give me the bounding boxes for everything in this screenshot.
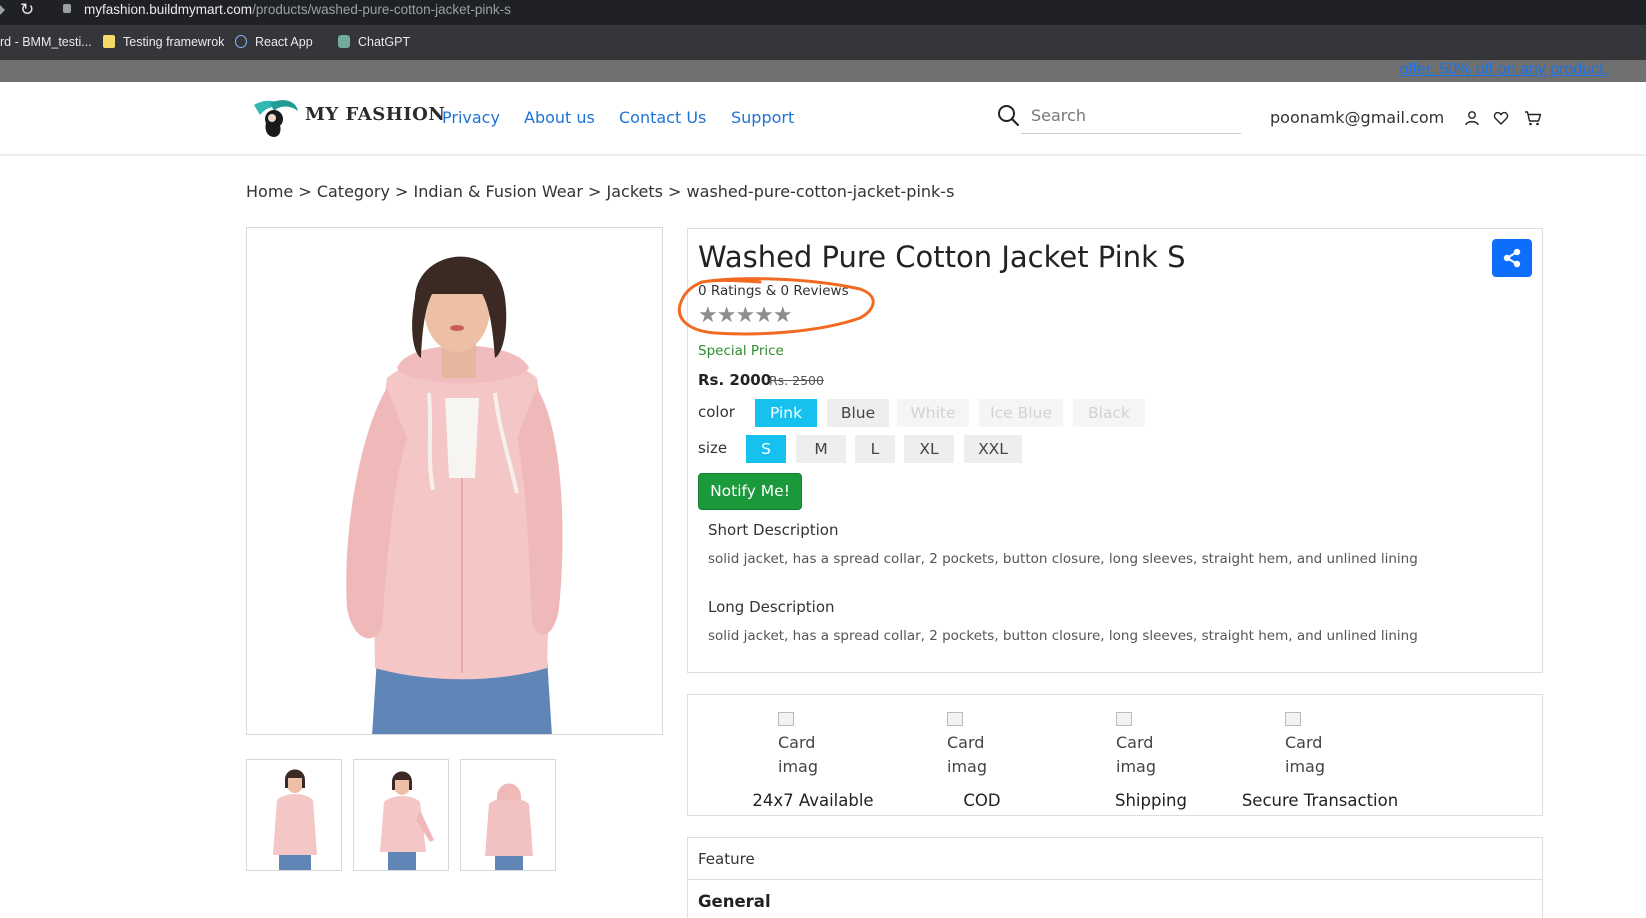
browser-url-bar: ↻ myfashion.buildmymart.com/products/was…: [0, 0, 1646, 25]
size-chip-s[interactable]: S: [746, 435, 786, 463]
bookmark-testing-framework[interactable]: Testing framewrok: [103, 35, 224, 49]
service-label: Secure Transaction: [1241, 791, 1399, 810]
broken-image-icon: Card imag: [1285, 707, 1345, 779]
broken-image-icon: Card imag: [947, 707, 1007, 779]
service-secure-transaction: Card imag Secure Transaction: [1195, 707, 1398, 810]
color-chip-white[interactable]: White: [897, 399, 969, 427]
url-host: myfashion.buildmymart.com: [84, 2, 253, 17]
ratings-reviews-count[interactable]: 0 Ratings & 0 Reviews: [698, 283, 849, 299]
nav-contact-us[interactable]: Contact Us: [619, 108, 706, 127]
long-description-text: solid jacket, has a spread collar, 2 poc…: [708, 628, 1418, 644]
short-description-text: solid jacket, has a spread collar, 2 poc…: [708, 551, 1418, 567]
reload-icon[interactable]: ↻: [20, 0, 34, 20]
search-box: [997, 98, 1241, 134]
folder-icon: [103, 35, 115, 48]
bookmark-label: rd - BMM_testi...: [0, 35, 92, 49]
rating-stars[interactable]: ★★★★★: [698, 303, 793, 328]
product-detail-card: Washed Pure Cotton Jacket Pink S 0 Ratin…: [687, 228, 1543, 673]
service-shipping: Card imag Shipping: [1026, 707, 1196, 810]
general-section-title[interactable]: General: [698, 892, 771, 911]
nav-privacy[interactable]: Privacy: [442, 108, 500, 127]
nav-support[interactable]: Support: [731, 108, 794, 127]
feature-title: Feature: [698, 850, 755, 868]
original-price: Rs. 2500: [769, 373, 824, 388]
notify-me-button[interactable]: Notify Me!: [698, 473, 802, 510]
color-chip-blue[interactable]: Blue: [827, 399, 889, 427]
bookmark-label: Testing framewrok: [123, 35, 225, 49]
share-button[interactable]: [1492, 239, 1532, 277]
bookmark-label: ChatGPT: [358, 35, 411, 49]
search-input[interactable]: [1021, 98, 1241, 134]
color-chip-pink[interactable]: Pink: [755, 399, 817, 427]
back-arrow-icon[interactable]: [0, 5, 5, 15]
size-chip-xl[interactable]: XL: [904, 435, 954, 463]
nav-about-us[interactable]: About us: [524, 108, 595, 127]
site-header: MY FASHION Privacy About us Contact Us S…: [0, 82, 1646, 156]
thumbnail-2[interactable]: [353, 759, 449, 871]
service-cod: Card imag COD: [857, 707, 1027, 810]
size-chip-l[interactable]: L: [855, 435, 895, 463]
service-24x7: Card imag 24x7 Available: [688, 707, 874, 810]
offer-link[interactable]: offer. 50% off on any product.: [1400, 61, 1608, 79]
thumbnail-photo: [485, 783, 533, 870]
thumbnail-photo: [273, 769, 317, 870]
thumbnail-photo: [380, 771, 434, 870]
breadcrumb[interactable]: Home > Category > Indian & Fusion Wear >…: [246, 182, 954, 201]
bookmark-label: React App: [255, 35, 313, 49]
long-description-title: Long Description: [708, 598, 835, 616]
search-icon[interactable]: [997, 104, 1019, 126]
chatgpt-icon: [338, 35, 350, 48]
color-chip-black[interactable]: Black: [1073, 399, 1145, 427]
bookmark-react-app[interactable]: React App: [235, 35, 313, 49]
heart-icon[interactable]: [1493, 110, 1509, 126]
size-chip-m[interactable]: M: [796, 435, 846, 463]
url-path: /products/washed-pure-cotton-jacket-pink…: [252, 2, 511, 17]
size-chip-xxl[interactable]: XXL: [964, 435, 1022, 463]
cart-icon[interactable]: [1524, 110, 1542, 126]
size-label: size: [698, 439, 728, 457]
bookmark-bmm-testing[interactable]: rd - BMM_testi...: [0, 35, 92, 49]
feature-panel: Feature General: [687, 837, 1543, 918]
thumbnail-3[interactable]: [460, 759, 556, 871]
share-icon: [1503, 248, 1521, 268]
color-label: color: [698, 403, 735, 421]
address-field[interactable]: myfashion.buildmymart.com/products/washe…: [84, 2, 511, 17]
bookmark-chatgpt[interactable]: ChatGPT: [338, 35, 410, 49]
bookmarks-bar: rd - BMM_testi... Testing framewrok Reac…: [0, 25, 1646, 60]
react-icon: [235, 35, 247, 48]
feature-header[interactable]: Feature: [688, 838, 1542, 880]
product-photo: [346, 256, 563, 734]
logo-icon[interactable]: [250, 97, 300, 137]
thumbnail-1[interactable]: [246, 759, 342, 871]
user-email[interactable]: poonamk@gmail.com: [1270, 108, 1444, 127]
services-strip: Card imag 24x7 Available Card imag COD Car…: [687, 694, 1543, 816]
special-price-label: Special Price: [698, 343, 784, 359]
broken-image-icon: Card imag: [1116, 707, 1176, 779]
color-chip-ice-blue[interactable]: Ice Blue: [979, 399, 1063, 427]
short-description-title: Short Description: [708, 521, 839, 539]
product-title: Washed Pure Cotton Jacket Pink S: [698, 240, 1186, 274]
user-icon[interactable]: [1464, 110, 1480, 126]
product-main-image[interactable]: [246, 227, 663, 735]
logo-text[interactable]: MY FASHION: [305, 104, 445, 125]
broken-image-icon: Card imag: [778, 707, 838, 779]
lock-icon[interactable]: [63, 4, 71, 13]
offer-banner: offer. 50% off on any product.: [0, 60, 1646, 82]
product-price: Rs. 2000: [698, 371, 772, 389]
